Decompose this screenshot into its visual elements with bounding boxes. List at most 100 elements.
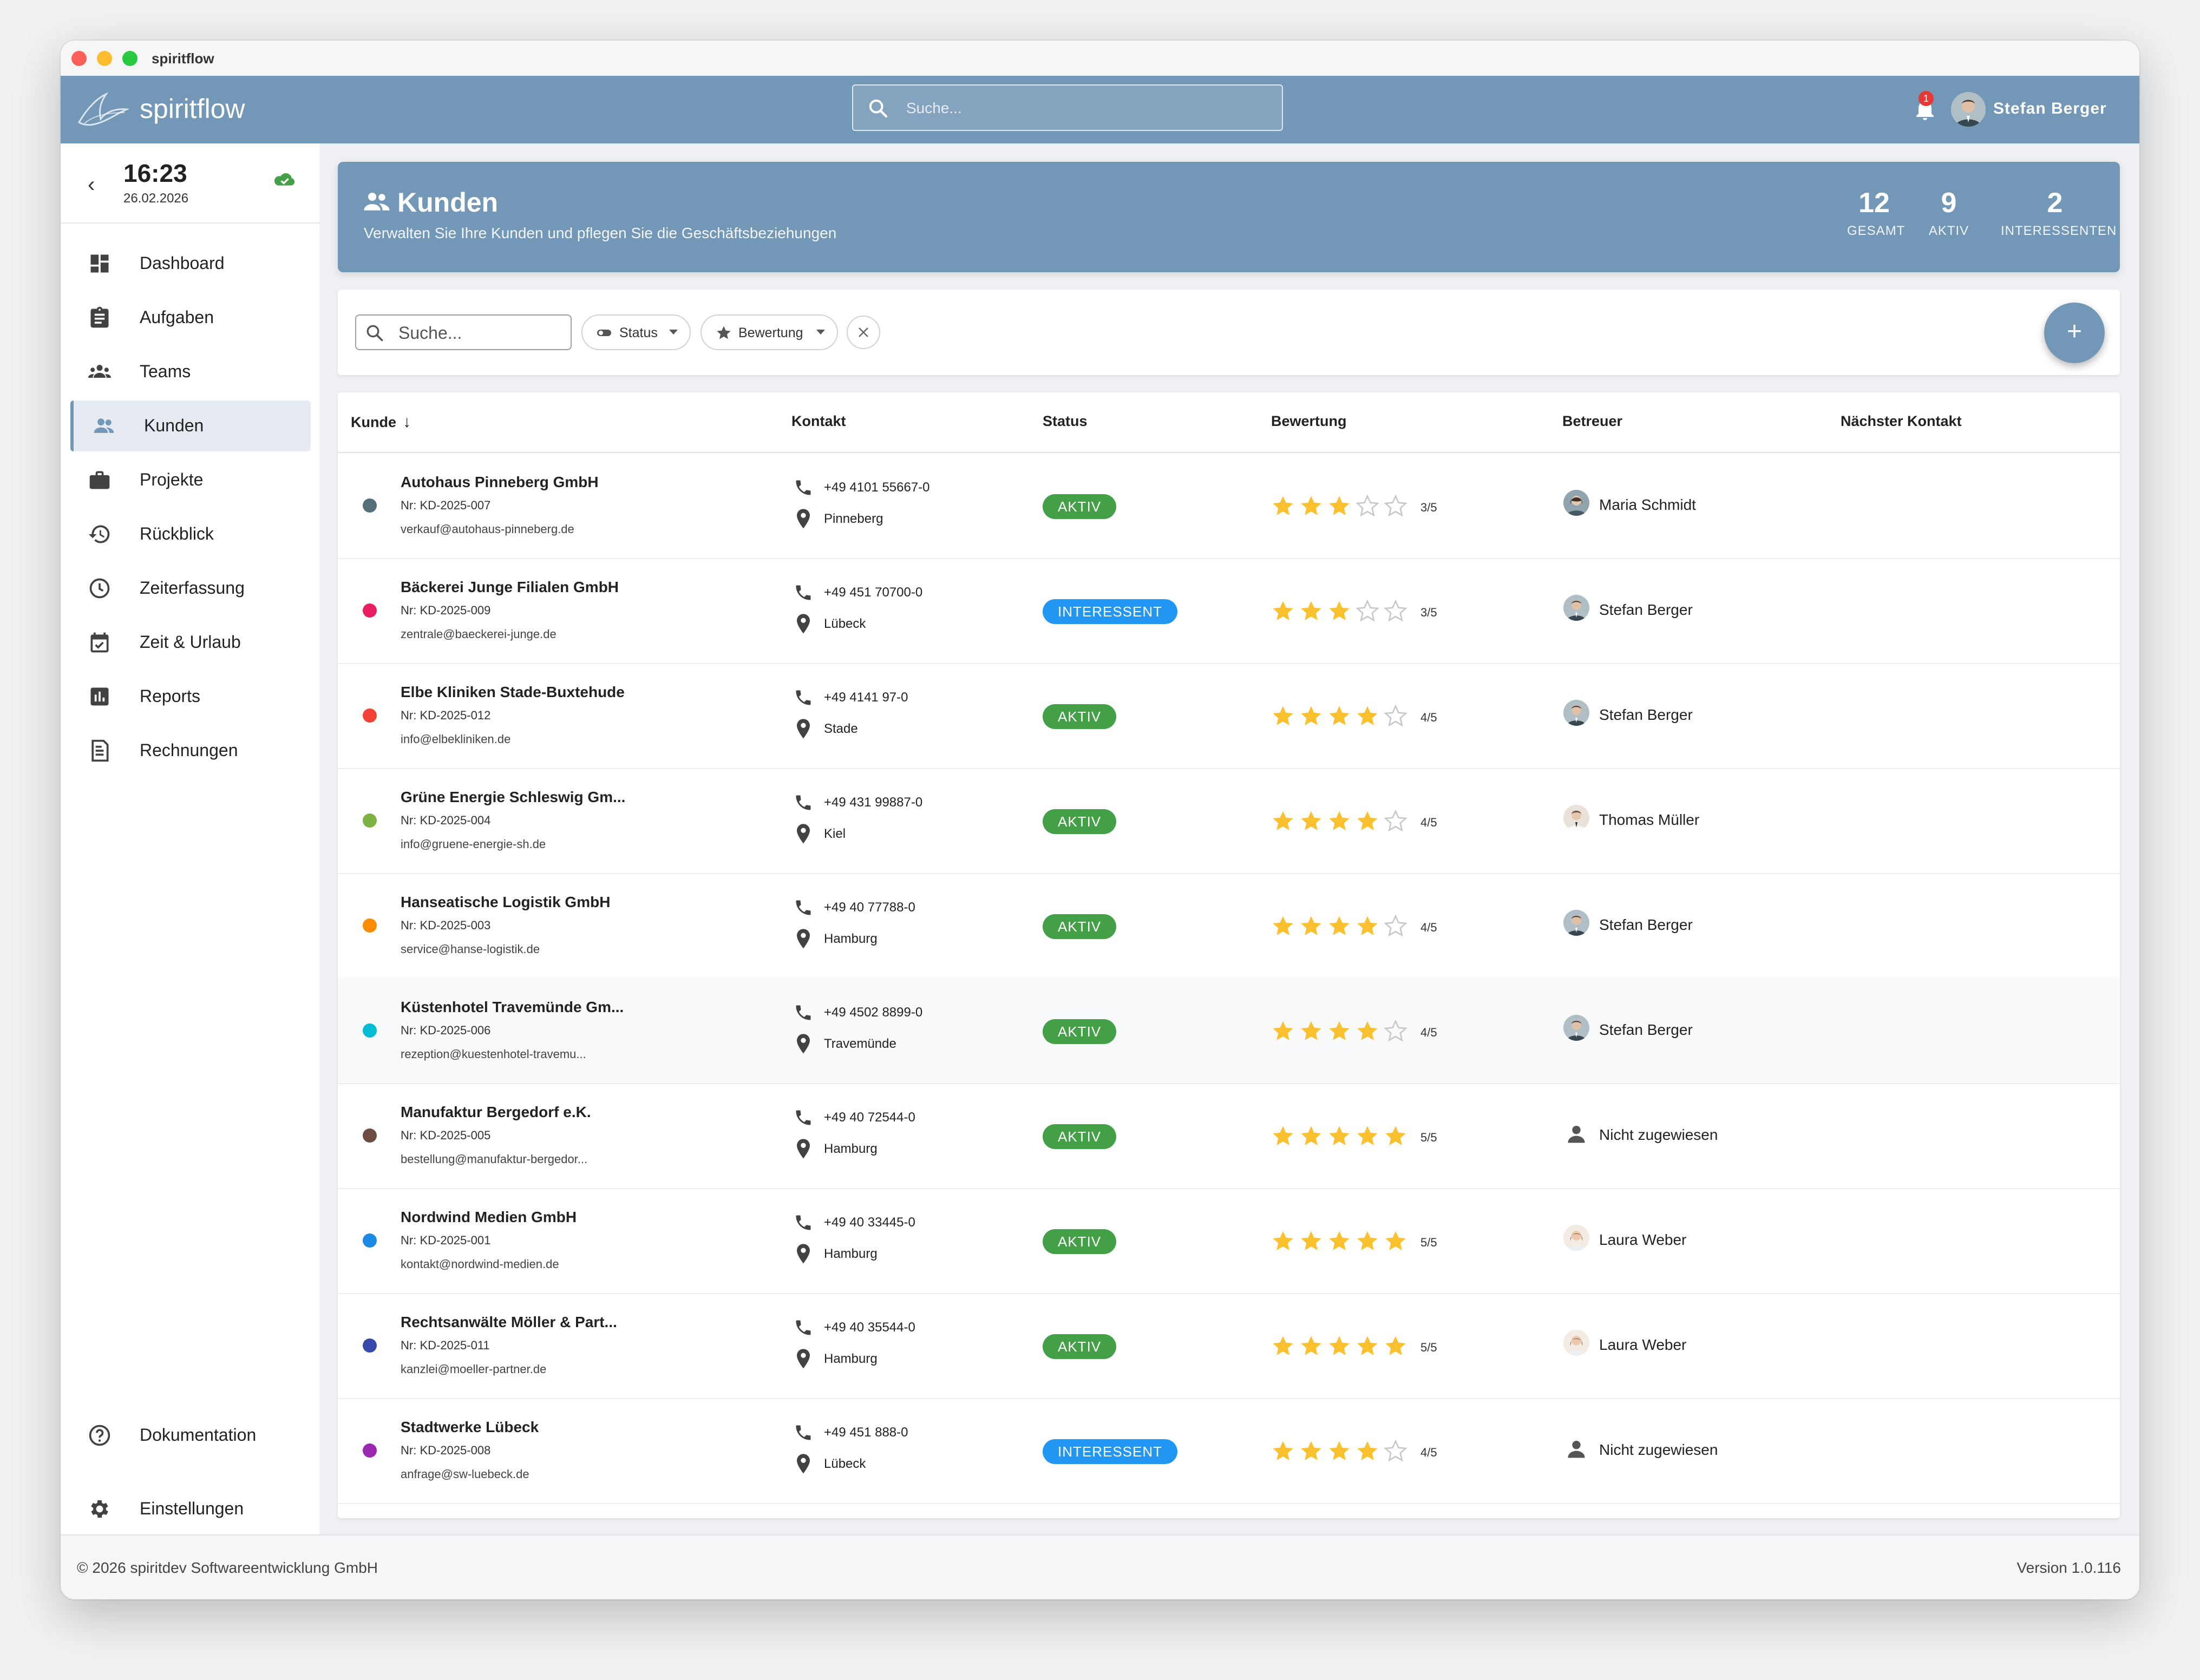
star-filled-icon xyxy=(1271,599,1295,623)
user-name[interactable]: Stefan Berger xyxy=(1993,100,2107,118)
customer-phone[interactable]: +49 4101 55667-0 xyxy=(824,480,930,495)
sidebar-item-dokumentation[interactable]: Dokumentation xyxy=(70,1410,311,1461)
customer-name[interactable]: Autohaus Pinneberg GmbH xyxy=(401,474,599,491)
column-header-kunde[interactable]: Kunde↓ xyxy=(351,413,411,431)
location-pin-icon xyxy=(795,508,812,530)
sidebar-item-rueckblick[interactable]: Rückblick xyxy=(70,509,311,560)
owner-name: Stefan Berger xyxy=(1599,1021,1693,1039)
sidebar-item-dashboard[interactable]: Dashboard xyxy=(70,238,311,289)
global-search-input[interactable] xyxy=(905,95,1265,121)
collapse-sidebar-chevron-icon[interactable]: ‹ xyxy=(88,173,95,197)
star-filled-icon xyxy=(1356,1439,1379,1463)
zoom-window-button[interactable] xyxy=(122,51,138,66)
customer-name[interactable]: Küstenhotel Travemünde Gm... xyxy=(401,999,624,1016)
table-row[interactable]: Stadtwerke Lübeck Nr: KD-2025-008 anfrage@… xyxy=(338,1398,2120,1504)
customer-phone[interactable]: +49 40 35544-0 xyxy=(824,1320,915,1335)
spiritflow-logo-icon xyxy=(77,91,129,129)
table-row[interactable]: Autohaus Pinneberg GmbHNr: KD-2025-007ve… xyxy=(338,453,2120,559)
rating-text: 5/5 xyxy=(1420,1236,1437,1250)
table-row[interactable]: Nordwind Medien GmbHNr: KD-2025-001konta… xyxy=(338,1188,2120,1294)
phone-icon xyxy=(794,688,813,707)
clear-filters-button[interactable] xyxy=(847,316,880,349)
close-icon xyxy=(857,326,870,339)
customer-search-input[interactable] xyxy=(397,322,562,344)
column-header-kontakt[interactable]: Kontakt xyxy=(791,413,846,430)
column-header-status[interactable]: Status xyxy=(1043,413,1088,430)
customer-email[interactable]: kanzlei@moeller-partner.de xyxy=(401,1362,546,1376)
table-row[interactable]: Bäckerei Junge Filialen GmbHNr: KD-2025-… xyxy=(338,558,2120,664)
user-avatar[interactable] xyxy=(1951,92,1986,127)
column-header-naechster-kontakt[interactable]: Nächster Kontakt xyxy=(1841,413,1962,430)
star-filled-icon xyxy=(1299,1334,1323,1358)
customer-name[interactable]: Stadtwerke Lübeck xyxy=(401,1419,539,1436)
sidebar-item-zeit-urlaub[interactable]: Zeit & Urlaub xyxy=(70,617,311,668)
customer-phone[interactable]: +49 4141 97-0 xyxy=(824,690,908,705)
page-header-banner: Kunden Verwalten Sie Ihre Kunden und pfl… xyxy=(338,162,2120,272)
customer-email[interactable]: kontakt@nordwind-medien.de xyxy=(401,1257,559,1271)
customer-phone[interactable]: +49 451 70700-0 xyxy=(824,585,922,600)
customer-phone[interactable]: +49 431 99887-0 xyxy=(824,795,922,810)
customer-email[interactable]: service@hanse-logistik.de xyxy=(401,942,540,956)
column-header-bewertung[interactable]: Bewertung xyxy=(1271,413,1347,430)
customer-email[interactable]: info@gruene-energie-sh.de xyxy=(401,837,546,851)
customer-email[interactable]: zentrale@baeckerei-junge.de xyxy=(401,627,556,641)
customer-name[interactable]: Bäckerei Junge Filialen GmbH xyxy=(401,579,619,596)
star-filled-icon xyxy=(1271,1439,1295,1463)
customer-phone[interactable]: +49 451 888-0 xyxy=(824,1425,908,1440)
customer-name[interactable]: Grüne Energie Schleswig Gm... xyxy=(401,789,625,806)
table-row[interactable]: Elbe Kliniken Stade-BuxtehudeNr: KD-2025… xyxy=(338,663,2120,769)
sidebar-item-einstellungen[interactable]: Einstellungen xyxy=(70,1484,311,1534)
window-titlebar: spiritflow xyxy=(61,41,2139,77)
close-window-button[interactable] xyxy=(71,51,87,66)
status-filter-label: Status xyxy=(619,325,658,341)
phone-icon xyxy=(794,898,813,917)
table-row[interactable]: Küstenhotel Travemünde Gm...Nr: KD-2025-… xyxy=(338,978,2120,1084)
customer-number: Nr: KD-2025-004 xyxy=(401,813,490,828)
star-outline-icon xyxy=(1384,1019,1407,1043)
customer-phone[interactable]: +49 40 72544-0 xyxy=(824,1110,915,1125)
customer-email[interactable]: verkauf@autohaus-pinneberg.de xyxy=(401,522,574,536)
global-search[interactable] xyxy=(852,84,1283,131)
sort-arrow-down-icon[interactable]: ↓ xyxy=(403,413,411,431)
customer-search[interactable] xyxy=(355,314,572,350)
customer-email[interactable]: rezeption@kuestenhotel-travemu... xyxy=(401,1047,586,1061)
customer-phone[interactable]: +49 4502 8899-0 xyxy=(824,1005,922,1020)
rating-stars xyxy=(1271,914,1417,939)
star-filled-icon xyxy=(1384,1124,1407,1148)
customer-email[interactable]: bestellung@manufaktur-bergedor... xyxy=(401,1152,587,1166)
table-row[interactable]: Grüne Energie Schleswig Gm... Nr: KD-2025… xyxy=(338,768,2120,874)
customer-phone[interactable]: +49 40 77788-0 xyxy=(824,900,915,915)
customer-name[interactable]: Rechtsanwälte Möller & Part... xyxy=(401,1314,617,1331)
sidebar-item-zeiterfassung[interactable]: Zeiterfassung xyxy=(70,563,311,614)
stat-value: 12 xyxy=(1847,187,1901,219)
sidebar-item-aufgaben[interactable]: Aufgaben xyxy=(70,292,311,343)
customer-name[interactable]: Elbe Kliniken Stade-Buxtehude xyxy=(401,684,625,701)
table-row[interactable]: Hanseatische Logistik GmbHNr: KD-2025-00… xyxy=(338,873,2120,979)
customer-number: Nr: KD-2025-008 xyxy=(401,1443,490,1458)
customer-name[interactable]: Hanseatische Logistik GmbH xyxy=(401,894,610,911)
sidebar-item-rechnungen[interactable]: Rechnungen xyxy=(70,725,311,776)
status-filter-chip[interactable]: Status xyxy=(581,314,691,350)
star-filled-icon xyxy=(1271,1229,1295,1253)
sidebar-item-projekte[interactable]: Projekte xyxy=(70,455,311,506)
customer-phone[interactable]: +49 40 33445-0 xyxy=(824,1215,915,1230)
customer-name[interactable]: Manufaktur Bergedorf e.K. xyxy=(401,1104,591,1121)
minimize-window-button[interactable] xyxy=(97,51,112,66)
owner-name: Nicht zugewiesen xyxy=(1599,1126,1718,1144)
add-customer-button[interactable]: + xyxy=(2044,303,2105,363)
table-row[interactable]: Manufaktur Bergedorf e.K.Nr: KD-2025-005… xyxy=(338,1083,2120,1189)
customer-email[interactable]: info@elbekliniken.de xyxy=(401,732,510,746)
owner-avatar xyxy=(1563,595,1589,621)
brand-name[interactable]: spiritflow xyxy=(140,93,245,124)
column-header-betreuer[interactable]: Betreuer xyxy=(1562,413,1622,430)
star-filled-icon xyxy=(1327,1019,1351,1043)
table-row[interactable]: Rechtsanwälte Möller & Part...Nr: KD-202… xyxy=(338,1293,2120,1399)
star-filled-icon xyxy=(1327,1229,1351,1253)
customer-email[interactable]: anfrage@sw-luebeck.de xyxy=(401,1467,529,1481)
sidebar-item-reports[interactable]: Reports xyxy=(70,671,311,722)
sidebar-item-kunden[interactable]: Kunden xyxy=(70,401,311,451)
sidebar-item-teams[interactable]: Teams xyxy=(70,346,311,397)
star-filled-icon xyxy=(1299,914,1323,938)
customer-name[interactable]: Nordwind Medien GmbH xyxy=(401,1209,577,1226)
rating-filter-chip[interactable]: Bewertung xyxy=(700,314,838,350)
